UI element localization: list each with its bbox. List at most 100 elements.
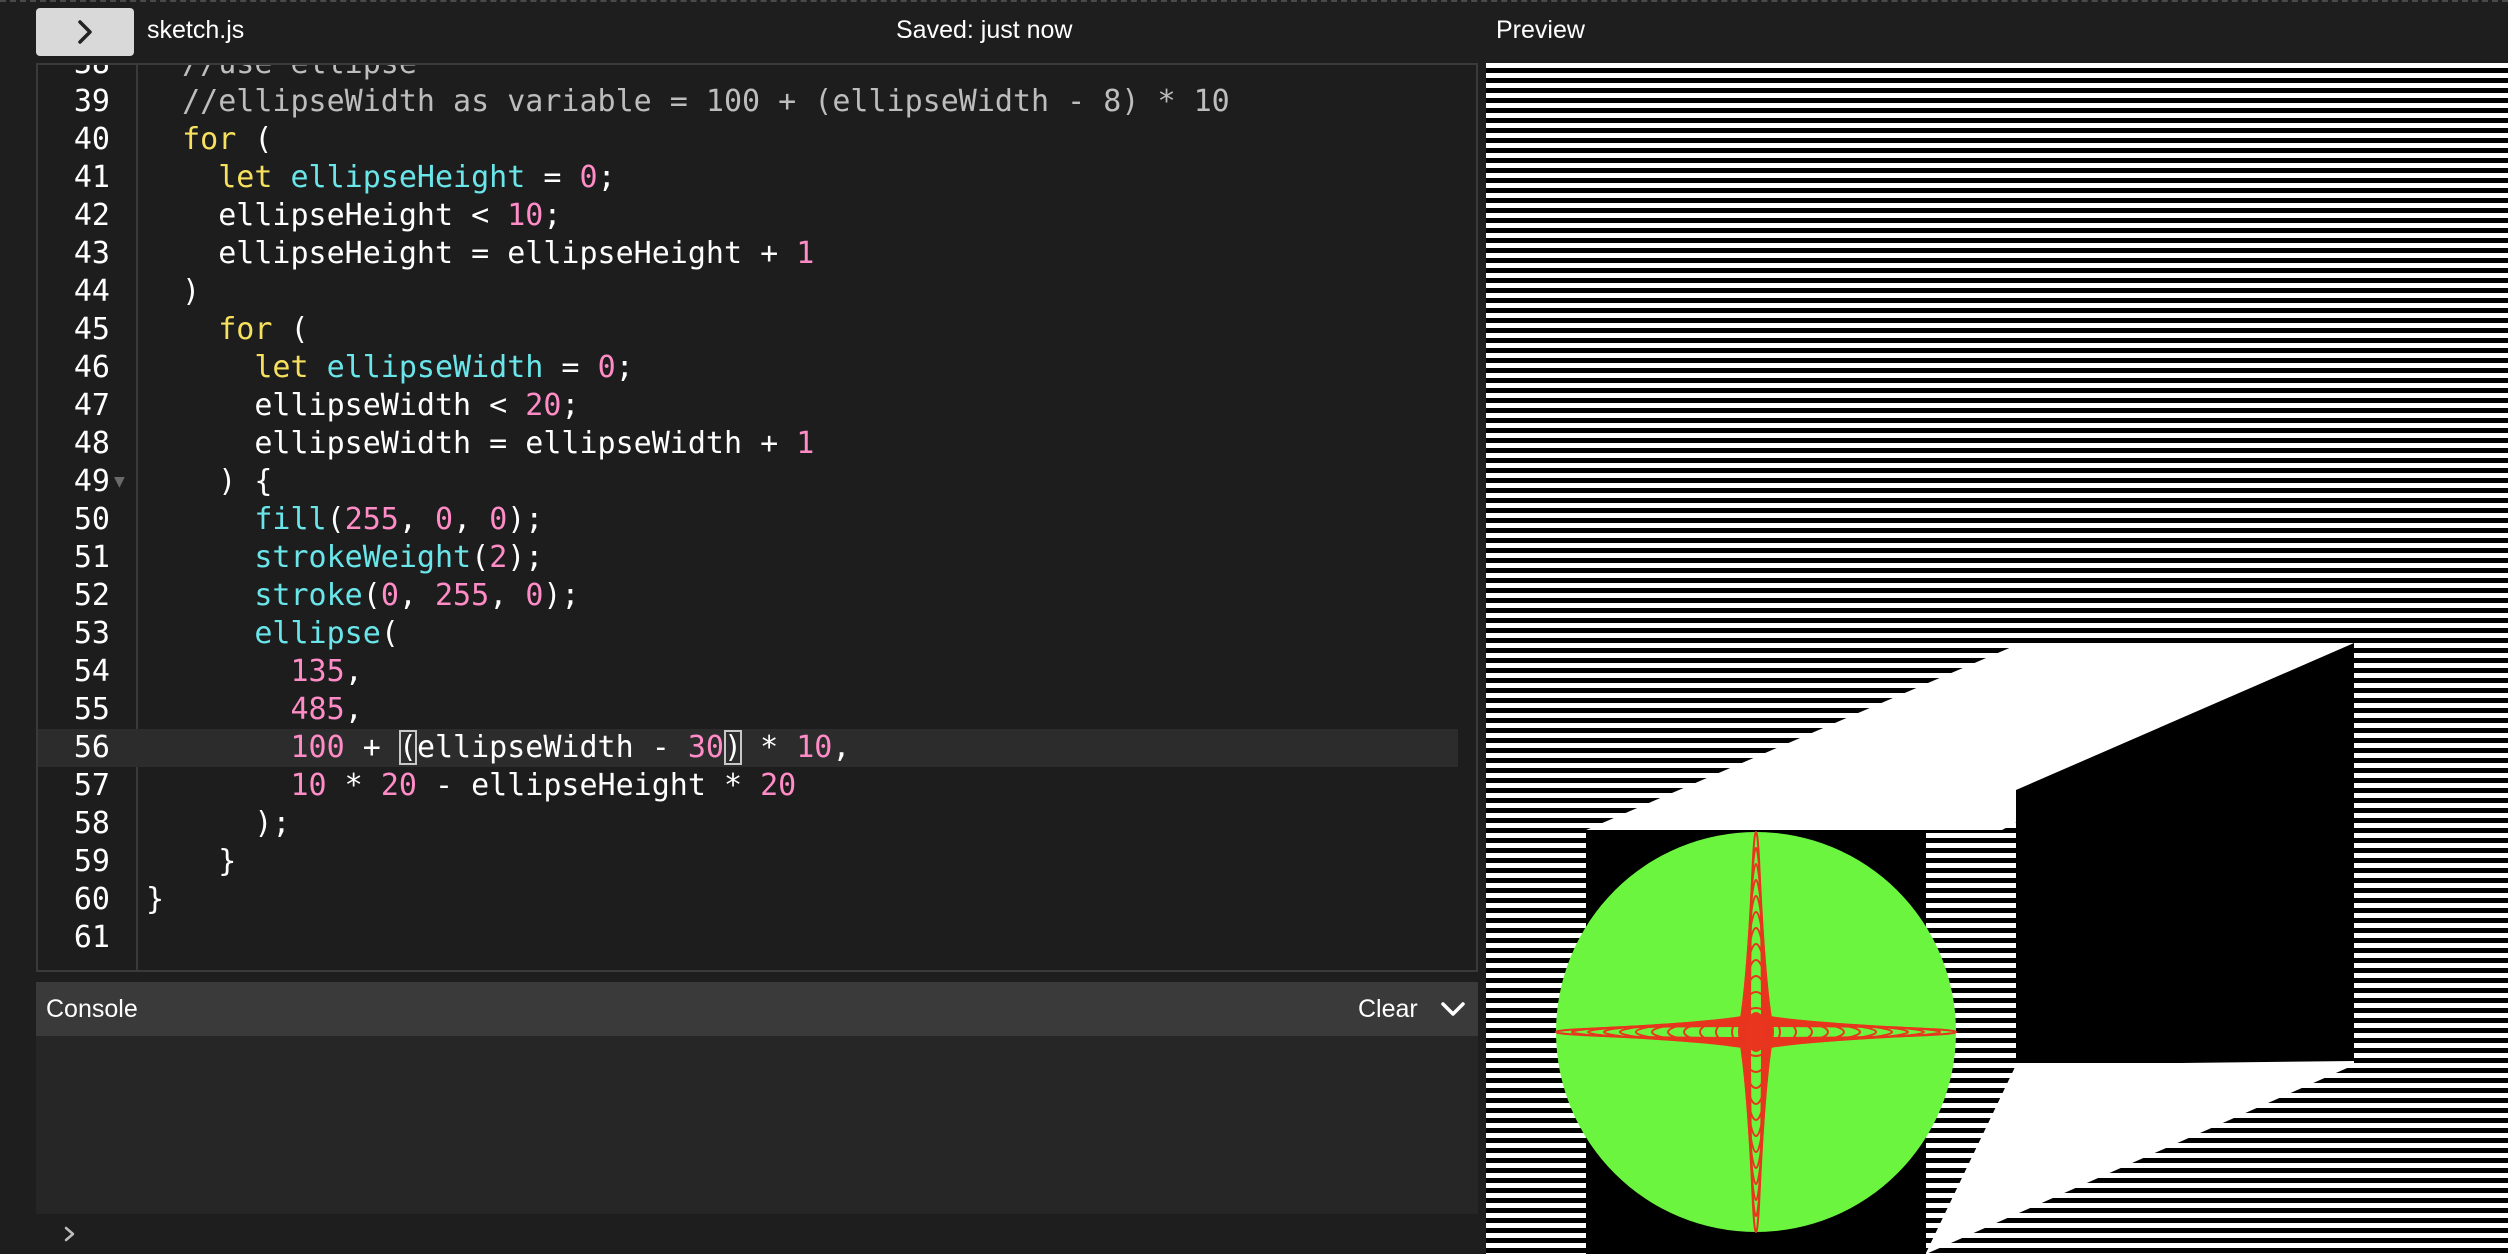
- file-name-tab[interactable]: sketch.js: [147, 16, 244, 45]
- code-token: 0: [380, 578, 399, 613]
- sidebar-toggle-button[interactable]: [36, 8, 134, 56]
- console-clear-button[interactable]: Clear: [1358, 995, 1418, 1024]
- code-token: ,: [489, 578, 526, 613]
- code-token: 0: [597, 350, 616, 385]
- code-token: (: [272, 312, 309, 347]
- code-token: ;: [597, 160, 616, 195]
- code-token: 20: [760, 768, 797, 803]
- code-line[interactable]: 59 }: [38, 843, 1458, 881]
- code-line[interactable]: 52 stroke(0, 255, 0);: [38, 577, 1458, 615]
- code-line[interactable]: 50 fill(255, 0, 0);: [38, 501, 1458, 539]
- code-line[interactable]: 39 //ellipseWidth as variable = 100 + (e…: [38, 83, 1458, 121]
- console-title: Console: [46, 994, 138, 1023]
- line-number: 46: [73, 350, 110, 385]
- line-number: 55: [73, 692, 110, 727]
- save-status: Saved: just now: [896, 16, 1073, 44]
- code-text: 485,: [146, 691, 363, 729]
- code-token: 2: [489, 540, 508, 575]
- line-number: 52: [73, 578, 110, 613]
- code-text: ellipseHeight < 10;: [146, 197, 561, 235]
- code-token: (: [362, 578, 381, 613]
- code-token: 10: [796, 730, 833, 765]
- code-line[interactable]: 47 ellipseWidth < 20;: [38, 387, 1458, 425]
- code-token: stroke: [254, 578, 363, 613]
- code-text: let ellipseWidth = 0;: [146, 349, 633, 387]
- line-number: 57: [73, 768, 110, 803]
- code-line[interactable]: 54 135,: [38, 653, 1458, 691]
- line-number: 60: [73, 882, 110, 917]
- code-token: ellipse: [254, 616, 381, 651]
- code-line[interactable]: 49 ▼ ) {: [38, 463, 1458, 501]
- code-token: 255: [344, 502, 399, 537]
- code-line[interactable]: 51 strokeWeight(2);: [38, 539, 1458, 577]
- code-text: //ellipseWidth as variable = 100 + (elli…: [146, 83, 1230, 121]
- code-token: *: [742, 730, 797, 765]
- line-number: 38: [73, 63, 110, 81]
- chevron-down-icon[interactable]: [1438, 994, 1468, 1024]
- code-line[interactable]: 48 ellipseWidth = ellipseWidth + 1: [38, 425, 1458, 463]
- code-token: let: [254, 350, 309, 385]
- code-token: for: [218, 312, 273, 347]
- code-text: 10 * 20 - ellipseHeight * 20: [146, 767, 797, 805]
- code-line[interactable]: 40 for (: [38, 121, 1458, 159]
- code-line[interactable]: 38 //use ellipse: [38, 63, 1458, 83]
- code-token: 0: [489, 502, 508, 537]
- cube-bottom-face: [1926, 1061, 2354, 1254]
- line-number: 59: [73, 844, 110, 879]
- code-line[interactable]: 42 ellipseHeight < 10;: [38, 197, 1458, 235]
- code-token: 0: [525, 578, 544, 613]
- code-text: ) {: [146, 463, 272, 501]
- code-line[interactable]: 43 ellipseHeight = ellipseHeight + 1: [38, 235, 1458, 273]
- code-line[interactable]: 56 100 + (ellipseWidth - 30) * 10,: [38, 729, 1458, 767]
- code-line[interactable]: 44 ): [38, 273, 1458, 311]
- line-number: 44: [73, 274, 110, 309]
- code-token: ;: [543, 198, 562, 233]
- chevron-right-icon: [78, 20, 92, 44]
- code-token: 0: [435, 502, 454, 537]
- code-line[interactable]: 45 for (: [38, 311, 1458, 349]
- code-token: );: [543, 578, 580, 613]
- code-text: for (: [146, 121, 272, 159]
- line-number: 50: [73, 502, 110, 537]
- code-line[interactable]: 57 10 * 20 - ellipseHeight * 20: [38, 767, 1458, 805]
- code-text: ellipseWidth = ellipseWidth + 1: [146, 425, 814, 463]
- code-line[interactable]: 46 let ellipseWidth = 0;: [38, 349, 1458, 387]
- fold-arrow-icon[interactable]: ▼: [114, 463, 125, 501]
- code-token: ,: [398, 502, 435, 537]
- code-token: 20: [525, 388, 562, 423]
- code-token: ,: [344, 692, 363, 727]
- preview-canvas: [1486, 63, 2508, 1254]
- code-text: let ellipseHeight = 0;: [146, 159, 616, 197]
- code-token: - ellipseHeight *: [416, 768, 761, 803]
- code-token: ellipseWidth = ellipseWidth +: [146, 426, 797, 461]
- code-token: 1: [796, 426, 815, 461]
- top-border: [0, 0, 2508, 2]
- code-editor[interactable]: 38 //use ellipse 39 //ellipseWidth as var…: [36, 63, 1478, 972]
- code-token: (: [398, 730, 417, 765]
- code-token: ): [146, 274, 201, 309]
- code-token: ,: [398, 578, 435, 613]
- code-line[interactable]: 53 ellipse(: [38, 615, 1458, 653]
- code-line[interactable]: 61: [38, 919, 1458, 957]
- code-token: 485: [290, 692, 345, 727]
- code-text: stroke(0, 255, 0);: [146, 577, 580, 615]
- code-token: fill: [254, 502, 327, 537]
- code-token: ellipseWidth -: [416, 730, 688, 765]
- code-token: ,: [344, 654, 363, 689]
- code-token: (: [236, 122, 273, 157]
- code-line[interactable]: 60}: [38, 881, 1458, 919]
- code-line[interactable]: 41 let ellipseHeight = 0;: [38, 159, 1458, 197]
- code-line[interactable]: 55 485,: [38, 691, 1458, 729]
- code-token: ellipseWidth: [326, 350, 544, 385]
- console-prompt-icon[interactable]: [60, 1222, 80, 1246]
- code-line[interactable]: 58 );: [38, 805, 1458, 843]
- code-token: 0: [579, 160, 598, 195]
- code-token: ,: [832, 730, 851, 765]
